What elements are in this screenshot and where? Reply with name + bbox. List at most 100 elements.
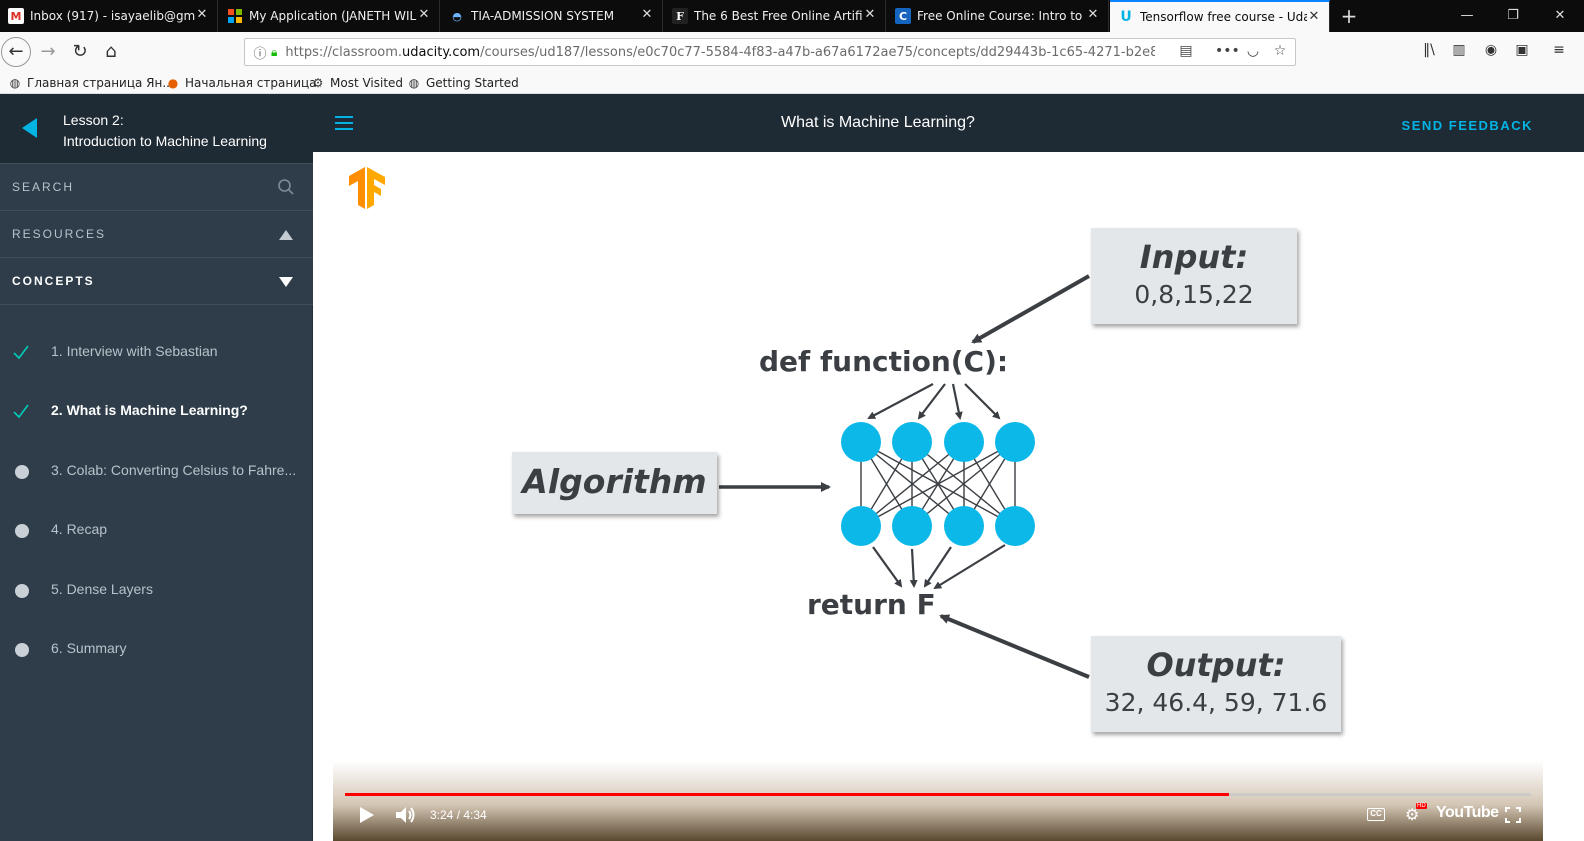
globe-icon: ◍ — [408, 76, 420, 90]
incomplete-dot-icon — [15, 524, 29, 538]
gmail-icon: M — [8, 8, 24, 24]
bookmark-item[interactable]: ◍ Главная страница Ян... — [8, 74, 174, 92]
search-icon[interactable] — [277, 178, 295, 196]
tia-icon: ◓ — [452, 9, 462, 23]
node — [892, 422, 932, 462]
sidebar-search[interactable]: SEARCH — [0, 164, 313, 211]
bookmark-star-icon[interactable]: ☆ — [1269, 43, 1291, 63]
forward-button[interactable]: → — [34, 38, 62, 66]
lesson-sidebar: Lesson 2: Introduction to Machine Learni… — [0, 94, 313, 841]
firefox-icon: ● — [167, 76, 179, 90]
close-tab-icon[interactable]: ✕ — [1086, 8, 1100, 22]
concept-item[interactable]: 5. Dense Layers — [0, 560, 313, 619]
youtube-video-player[interactable]: Input: 0,8,15,22 Algorithm Output: 32, 4… — [333, 152, 1543, 841]
info-icon[interactable]: ⓘ — [251, 43, 269, 62]
layer-connections — [860, 441, 1016, 527]
content-scroll-area — [1544, 152, 1584, 841]
def-function-label: def function(C): — [759, 345, 1009, 378]
class-central-icon: C — [895, 8, 911, 24]
concept-content: Input: 0,8,15,22 Algorithm Output: 32, 4… — [313, 152, 1584, 841]
input-arrow — [971, 274, 1090, 344]
microsoft-icon — [227, 8, 243, 24]
play-icon[interactable] — [359, 806, 375, 824]
node — [944, 422, 984, 462]
new-tab-button[interactable]: + — [1336, 3, 1362, 29]
collapse-up-icon — [279, 230, 293, 240]
globe-icon: ◍ — [9, 76, 21, 90]
node — [944, 506, 984, 546]
close-tab-icon[interactable]: ✕ — [1307, 10, 1321, 24]
sidebar-resources[interactable]: RESOURCES — [0, 211, 313, 258]
concept-item[interactable]: 4. Recap — [0, 500, 313, 559]
pocket-icon[interactable]: ◡ — [1242, 43, 1264, 63]
lesson-title: Lesson 2: Introduction to Machine Learni… — [63, 112, 267, 149]
node — [841, 422, 881, 462]
lock-icon[interactable]: 🔒︎ — [271, 45, 277, 60]
bookmark-item[interactable]: ● Начальная страница — [166, 74, 317, 92]
udacity-classroom-page: Lesson 2: Introduction to Machine Learni… — [0, 94, 1584, 841]
back-triangle-icon[interactable] — [22, 118, 37, 138]
concept-header: What is Machine Learning? SEND FEEDBACK — [313, 94, 1584, 152]
back-button[interactable]: ← — [1, 37, 31, 67]
output-card: Output: 32, 46.4, 59, 71.6 — [1091, 636, 1341, 732]
checkmark-icon — [13, 345, 29, 360]
back-arrow-icon: ← — [8, 41, 24, 62]
tab-free-online-course[interactable]: C Free Online Course: Intro to De ✕ — [887, 0, 1109, 32]
extension-icon[interactable]: ▣ — [1511, 42, 1533, 62]
page-actions-icon[interactable]: ••• — [1215, 43, 1240, 63]
reader-view-icon[interactable]: ▤ — [1175, 43, 1197, 63]
reload-button[interactable]: ↻ — [66, 38, 94, 66]
concept-item[interactable]: 3. Colab: Converting Celsius to Fahre... — [0, 441, 313, 500]
video-time: 3:24 / 4:34 — [430, 808, 487, 822]
hd-badge: HD — [1416, 803, 1427, 809]
tab-my-application[interactable]: My Application (JANETH WILIS ✕ — [219, 0, 440, 32]
close-tab-icon[interactable]: ✕ — [640, 8, 654, 22]
restore-button[interactable]: ❐ — [1490, 0, 1536, 32]
captions-button[interactable]: CC — [1367, 808, 1385, 821]
incomplete-dot-icon — [15, 584, 29, 598]
layer-to-return-arrows — [872, 544, 1006, 590]
node — [892, 506, 932, 546]
incomplete-dot-icon — [15, 643, 29, 657]
sidebar-concepts[interactable]: CONCEPTS — [0, 258, 313, 305]
tab-tensorflow-course[interactable]: U Tensorflow free course - Udacit ✕ — [1110, 0, 1330, 32]
account-icon[interactable]: ◉ — [1480, 42, 1502, 62]
lesson-header[interactable]: Lesson 2: Introduction to Machine Learni… — [0, 94, 313, 164]
bookmark-item[interactable]: ◍ Getting Started — [407, 74, 519, 92]
menu-icon[interactable]: ≡ — [1548, 42, 1570, 62]
home-icon: ⌂ — [105, 41, 117, 62]
volume-icon[interactable] — [395, 805, 417, 825]
incomplete-dot-icon — [15, 465, 29, 479]
tab-gmail[interactable]: M Inbox (917) - isayaelib@gmail.c ✕ — [0, 0, 218, 32]
bookmark-item[interactable]: ⚙ Most Visited — [311, 74, 403, 92]
close-tab-icon[interactable]: ✕ — [417, 8, 431, 22]
tab-tia-admission[interactable]: ◓ TIA-ADMISSION SYSTEM ✕ — [441, 0, 663, 32]
send-feedback-button[interactable]: SEND FEEDBACK — [1402, 118, 1533, 133]
video-controls-gradient — [333, 761, 1543, 841]
tab-best-free-online[interactable]: F The 6 Best Free Online Artificial ✕ — [664, 0, 886, 32]
udacity-icon: U — [1120, 9, 1132, 25]
node — [995, 506, 1035, 546]
video-progress-bar[interactable] — [345, 793, 1531, 796]
close-tab-icon[interactable]: ✕ — [195, 8, 209, 22]
concept-item[interactable]: 6. Summary — [0, 619, 313, 678]
forward-arrow-icon: → — [40, 41, 56, 62]
expand-down-icon — [279, 277, 293, 287]
return-label: return F — [807, 588, 936, 621]
output-arrow — [939, 614, 1090, 679]
close-window-button[interactable]: ✕ — [1536, 0, 1584, 32]
node — [841, 506, 881, 546]
fullscreen-icon[interactable] — [1505, 807, 1521, 823]
algorithm-card: Algorithm — [512, 452, 717, 514]
library-icon[interactable]: ‖\ — [1418, 42, 1440, 62]
browser-nav-bar: ← → ↻ ⌂ ⓘ 🔒︎ https://classroom.udacity.c… — [0, 32, 1584, 72]
concept-item[interactable]: 1. Interview with Sebastian — [0, 322, 313, 381]
url-bar[interactable]: ⓘ 🔒︎ https://classroom.udacity.com/cours… — [244, 38, 1296, 66]
home-button[interactable]: ⌂ — [97, 38, 125, 66]
concept-item-current[interactable]: 2. What is Machine Learning? — [0, 381, 313, 440]
youtube-logo[interactable]: YouTube — [1436, 804, 1499, 822]
url-text[interactable]: https://classroom.udacity.com/courses/ud… — [285, 45, 1155, 60]
minimize-button[interactable]: — — [1444, 0, 1490, 32]
sidebar-toggle-icon[interactable]: ▥ — [1448, 42, 1470, 62]
close-tab-icon[interactable]: ✕ — [863, 8, 877, 22]
